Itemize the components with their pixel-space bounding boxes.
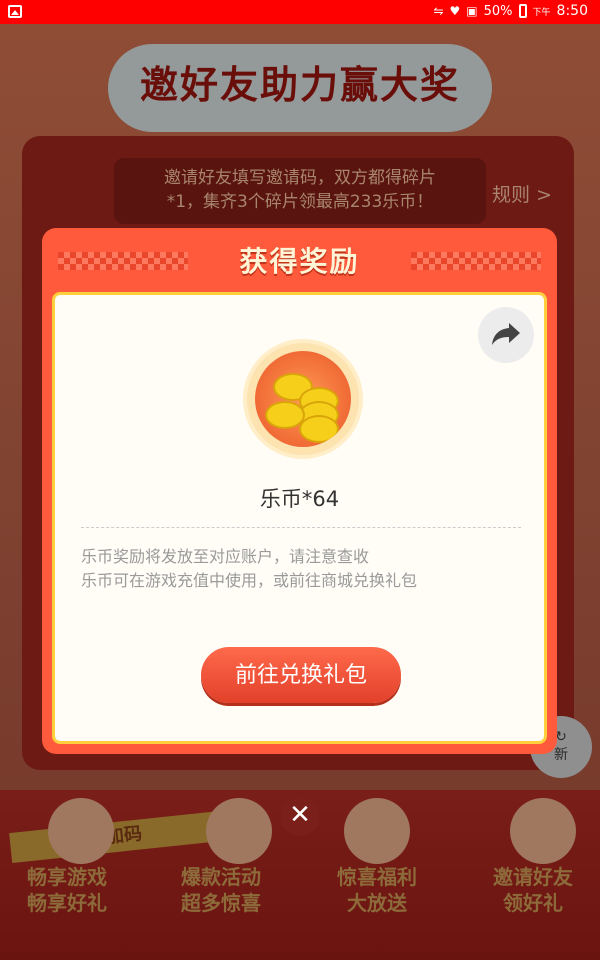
coin-icon — [299, 415, 339, 443]
dialog-body: 乐币*64 乐币奖励将发放至对应账户，请注意查收 乐币可在游戏充值中使用，或前往… — [52, 292, 547, 744]
clock: 8:50 — [556, 3, 588, 19]
wifi-icon: ♥ — [449, 4, 461, 18]
feature-line2: 领好礼 — [503, 891, 563, 915]
share-icon — [492, 323, 520, 345]
feature-line1: 畅享游戏 — [27, 865, 107, 889]
dialog-title: 获得奖励 — [239, 245, 360, 278]
coin-reward-image — [243, 339, 363, 459]
status-bar: ⇋ ♥ ▣ 50% 下午 8:50 — [0, 0, 600, 24]
invite-description: 邀请好友填写邀请码，双方都得碎片 *1，集齐3个碎片领最高233乐币！ — [114, 158, 486, 224]
invite-text-line2: *1，集齐3个碎片领最高233乐币！ — [166, 192, 434, 212]
invite-text-line1: 邀请好友填写邀请码，双方都得碎片 — [164, 168, 436, 188]
exchange-gift-button[interactable]: 前往兑换礼包 — [201, 647, 401, 703]
feature-line1: 惊喜福利 — [337, 865, 417, 889]
rules-link[interactable]: 规则 > — [492, 180, 552, 207]
feature-line2: 超多惊喜 — [181, 891, 261, 915]
feature-line2: 大放送 — [347, 891, 407, 915]
mascot-avatar — [48, 798, 114, 864]
reward-amount: 乐币*64 — [259, 487, 340, 511]
coin-stack-icon — [255, 351, 351, 447]
share-button[interactable] — [478, 307, 534, 363]
close-dialog-button[interactable]: ✕ — [280, 796, 320, 836]
battery-icon — [518, 4, 527, 18]
mascot-avatar — [510, 798, 576, 864]
battery-percent: 50% — [483, 3, 513, 19]
close-icon: ✕ — [289, 800, 311, 830]
image-notification-icon — [8, 5, 22, 18]
page-title: 邀好友助力赢大奖 — [139, 63, 460, 107]
reward-dialog: 获得奖励 乐币*64 乐币奖励将发放至对应账户，请注意查收 乐币可在游戏充值中使… — [42, 228, 557, 754]
feature-line1: 爆款活动 — [181, 865, 261, 889]
signal-icon: ▣ — [466, 4, 478, 18]
dashed-divider — [81, 527, 521, 528]
feature-item: 惊喜福利 大放送 — [302, 864, 452, 916]
mascot-avatar — [206, 798, 272, 864]
feature-item: 爆款活动 超多惊喜 — [146, 864, 296, 916]
dialog-header: 获得奖励 — [42, 228, 557, 292]
feature-item: 邀请好友 领好礼 — [458, 864, 600, 916]
vibrate-icon: ⇋ — [433, 4, 444, 18]
reward-note-1: 乐币奖励将发放至对应账户，请注意查收 — [81, 547, 370, 566]
feature-item: 畅享游戏 畅享好礼 — [0, 864, 142, 916]
reward-note-2: 乐币可在游戏充值中使用，或前往商城兑换礼包 — [81, 571, 418, 590]
time-ampm: 下午 — [532, 7, 551, 18]
feature-line2: 畅享好礼 — [27, 891, 107, 915]
status-bar-right: ⇋ ♥ ▣ 50% 下午 8:50 — [433, 3, 588, 19]
feature-line1: 邀请好友 — [493, 865, 573, 889]
mascot-avatar — [344, 798, 410, 864]
